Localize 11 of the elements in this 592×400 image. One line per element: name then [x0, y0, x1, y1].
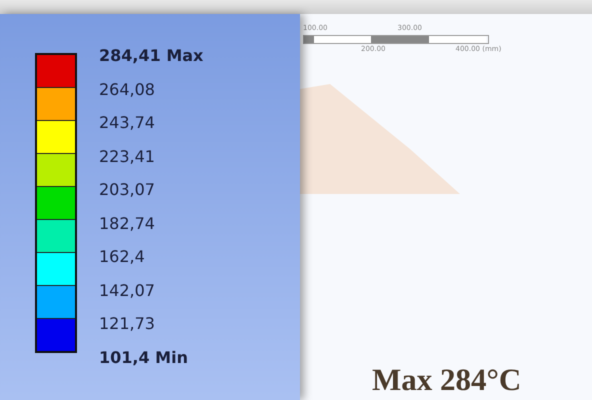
legend-value: 203,07	[99, 180, 156, 201]
caption-text: Max 284°C	[371, 362, 522, 399]
legend-value: 142,07	[99, 280, 156, 302]
legend-value: 243,74	[99, 113, 156, 134]
legend-value: 284,41 Max	[99, 46, 204, 67]
legend-value: 121,73	[99, 314, 156, 335]
legend-value: 223,41	[99, 146, 156, 168]
legend-value: 182,74	[99, 214, 156, 234]
legend-value: 264,08	[99, 80, 156, 100]
legend-value: 101,4 Min	[99, 348, 189, 368]
legend-value: 162,4	[99, 247, 146, 268]
